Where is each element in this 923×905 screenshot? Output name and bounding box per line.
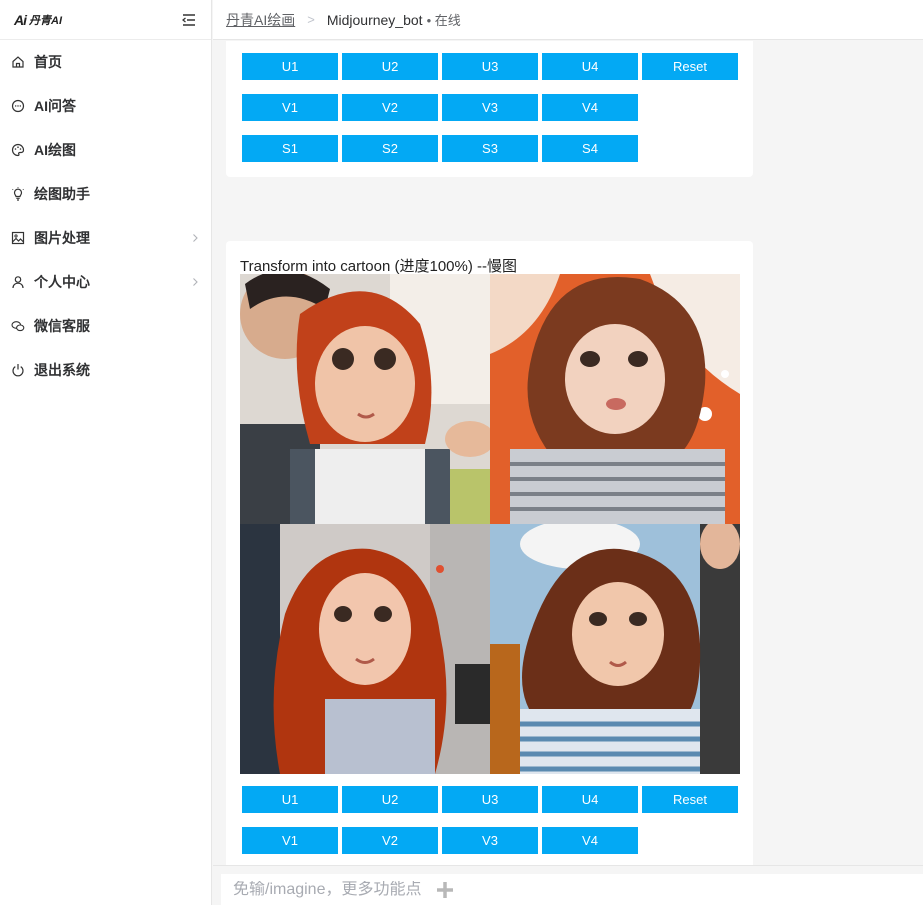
breadcrumb-separator: > xyxy=(307,12,315,27)
sidebar-item-label: 微信客服 xyxy=(34,318,90,334)
brand-name: 丹青AI xyxy=(29,14,62,27)
v2-button[interactable]: V2 xyxy=(342,94,438,121)
sidebar-item-wechat-service[interactable]: 微信客服 xyxy=(0,304,211,348)
sidebar-item-label: 绘图助手 xyxy=(34,186,90,202)
upscale-button-row: U1 U2 U3 U4 Reset xyxy=(242,786,738,813)
sidebar-item-personal-center[interactable]: 个人中心 xyxy=(0,260,211,304)
header: 丹青AI绘画 > Midjourney_bot • 在线 xyxy=(213,0,923,40)
result-card: U1 U2 U3 U4 Reset V1 V2 V3 V4 S1 S2 S3 S… xyxy=(226,41,753,177)
v3-button[interactable]: V3 xyxy=(442,94,538,121)
sidebar-menu: 首页 AI问答 AI绘图 绘图助手 图片处理 个人中心 微信客服 退出系统 xyxy=(0,40,211,392)
result-image-4 xyxy=(490,524,740,774)
prompt-input-wrapper xyxy=(221,874,923,905)
reset-button[interactable]: Reset xyxy=(642,53,738,80)
v1-button[interactable]: V1 xyxy=(242,94,338,121)
brand-logo[interactable]: Ai 丹青AI xyxy=(14,12,62,28)
palette-icon xyxy=(10,142,26,158)
s1-button[interactable]: S1 xyxy=(242,135,338,162)
sidebar-item-label: AI问答 xyxy=(34,98,76,114)
result-image-1 xyxy=(240,274,490,524)
u4-button[interactable]: U4 xyxy=(542,53,638,80)
breadcrumb-link[interactable]: 丹青AI绘画 xyxy=(226,10,295,30)
input-bar xyxy=(213,865,923,905)
online-status: • 在线 xyxy=(426,13,461,28)
sidebar-item-logout[interactable]: 退出系统 xyxy=(0,348,211,392)
sidebar-item-ai-draw[interactable]: AI绘图 xyxy=(0,128,211,172)
sidebar-item-label: 首页 xyxy=(34,54,62,70)
u4-button[interactable]: U4 xyxy=(542,786,638,813)
u3-button[interactable]: U3 xyxy=(442,786,538,813)
user-icon xyxy=(10,274,26,290)
chat-bubble-icon xyxy=(10,98,26,114)
result-image-2 xyxy=(490,274,740,524)
sidebar-item-image-processing[interactable]: 图片处理 xyxy=(0,216,211,260)
sidebar: Ai 丹青AI 首页 AI问答 AI绘图 绘图助手 图片处理 个人中心 微信客服… xyxy=(0,0,212,905)
chevron-right-icon xyxy=(193,234,198,242)
u3-button[interactable]: U3 xyxy=(442,53,538,80)
variation-button-row: V1 V2 V3 V4 xyxy=(242,827,638,854)
v1-button[interactable]: V1 xyxy=(242,827,338,854)
logo-row: Ai 丹青AI xyxy=(0,0,211,40)
collapse-menu-icon[interactable] xyxy=(181,12,197,28)
home-icon xyxy=(10,54,26,70)
brand-mark: Ai xyxy=(14,11,27,28)
lightbulb-icon xyxy=(10,186,26,202)
sidebar-item-home[interactable]: 首页 xyxy=(0,40,211,84)
wechat-icon xyxy=(10,318,26,334)
variation-button-row: V1 V2 V3 V4 xyxy=(242,94,638,121)
upscale-button-row: U1 U2 U3 U4 Reset xyxy=(242,53,738,80)
u2-button[interactable]: U2 xyxy=(342,786,438,813)
v4-button[interactable]: V4 xyxy=(542,94,638,121)
u1-button[interactable]: U1 xyxy=(242,53,338,80)
reset-button[interactable]: Reset xyxy=(642,786,738,813)
sidebar-item-label: 图片处理 xyxy=(34,230,90,246)
plus-icon[interactable] xyxy=(435,880,455,900)
u1-button[interactable]: U1 xyxy=(242,786,338,813)
sidebar-item-label: 退出系统 xyxy=(34,362,90,378)
sidebar-item-label: AI绘图 xyxy=(34,142,76,158)
sidebar-item-ai-chat[interactable]: AI问答 xyxy=(0,84,211,128)
u2-button[interactable]: U2 xyxy=(342,53,438,80)
sidebar-item-label: 个人中心 xyxy=(34,274,90,290)
chat-content[interactable]: U1 U2 U3 U4 Reset V1 V2 V3 V4 S1 S2 S3 S… xyxy=(213,41,923,865)
image-icon xyxy=(10,230,26,246)
s2-button[interactable]: S2 xyxy=(342,135,438,162)
result-image-grid[interactable] xyxy=(240,274,740,774)
s3-button[interactable]: S3 xyxy=(442,135,538,162)
result-title: Transform into cartoon (进度100%) --慢图 xyxy=(240,258,518,275)
v4-button[interactable]: V4 xyxy=(542,827,638,854)
prompt-input[interactable] xyxy=(233,881,433,899)
result-image-3 xyxy=(240,524,490,774)
v2-button[interactable]: V2 xyxy=(342,827,438,854)
v3-button[interactable]: V3 xyxy=(442,827,538,854)
s4-button[interactable]: S4 xyxy=(542,135,638,162)
power-icon xyxy=(10,362,26,378)
sidebar-item-draw-assistant[interactable]: 绘图助手 xyxy=(0,172,211,216)
s-button-row: S1 S2 S3 S4 xyxy=(242,135,638,162)
result-card: Transform into cartoon (进度100%) --慢图 U1 … xyxy=(226,241,753,865)
chevron-right-icon xyxy=(193,278,198,286)
breadcrumb-current: Midjourney_bot xyxy=(326,11,423,28)
